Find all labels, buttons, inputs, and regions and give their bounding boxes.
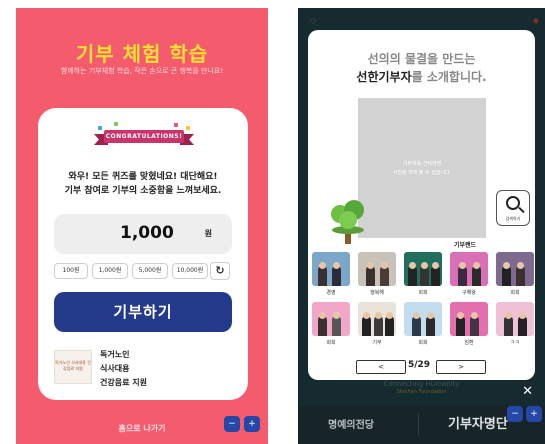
result-card: CONGRATULATIONS! 와우! 모든 퀴즈를 맞혔네요! 대단해요! … xyxy=(38,108,248,400)
brand-label: 기부랜드 xyxy=(454,242,477,249)
donor-modal: 선의의 물결을 만드는 선한기부자를 소개합니다. 기부자를 선택하면 사진을 … xyxy=(308,30,535,380)
donor-name: 희희 xyxy=(418,290,428,296)
donor-photo xyxy=(450,302,488,336)
donor-photo xyxy=(450,252,488,286)
donor-photo xyxy=(496,302,534,336)
app-logo-icon: ◇ xyxy=(310,16,317,25)
zoom-in-icon[interactable]: + xyxy=(244,416,260,432)
donor-name: 경영 xyxy=(326,290,336,296)
donor-card[interactable]: 임환 xyxy=(450,302,488,346)
placeholder-line: 사진을 크게 볼 수 있습니다. xyxy=(392,170,452,176)
footer-caption: Connecting Humanity xyxy=(383,380,460,388)
search-icon-handle xyxy=(518,206,525,214)
zoom-out-icon[interactable]: − xyxy=(507,406,523,422)
donation-quiz-screen: 기부 체험 학습 함께하는 기부체험 학습, 작은 손으로 큰 행복을 만나요!… xyxy=(16,8,268,444)
tree-icon xyxy=(330,196,366,246)
page-subtitle: 함께하는 기부체험 학습, 작은 손으로 큰 행복을 만나요! xyxy=(60,67,224,75)
donor-photo xyxy=(496,252,534,286)
amount-chip-1000[interactable]: 1,000원 xyxy=(92,263,128,279)
title-highlight: 선한기부자 xyxy=(356,70,412,84)
selected-donor-photo: 기부자를 선택하면 사진을 크게 볼 수 있습니다. xyxy=(358,98,486,238)
tab-divider xyxy=(418,414,419,436)
amount-unit: 원 xyxy=(204,229,212,238)
amount-chip-10000[interactable]: 10,000원 xyxy=(172,263,208,279)
message-line-1: 와우! 모든 퀴즈를 맞혔네요! 대단해요! xyxy=(68,172,218,182)
modal-title-line1: 선의의 물결을 만드는 xyxy=(367,52,476,66)
campaign-line: 독거노인 xyxy=(100,350,130,359)
footer-caption-sub: Shinhan Foundation xyxy=(396,389,447,395)
donor-photo xyxy=(312,252,350,286)
donor-name: 행복해 xyxy=(370,290,384,296)
pagination: < 5/29 > xyxy=(308,360,535,374)
donor-card[interactable]: 희희 xyxy=(496,252,534,296)
donor-showcase-screen: ◇ ◆ 선의의 물결을 만드는 선한기부자를 소개합니다. 기부자를 선택하면 … xyxy=(298,8,545,444)
amount-chip-5000[interactable]: 5,000원 xyxy=(132,263,168,279)
donor-card[interactable]: 희희 xyxy=(404,252,442,296)
donor-name: 희희 xyxy=(418,340,428,346)
amount-value: 1,000 xyxy=(120,223,174,243)
refresh-icon[interactable]: ↻ xyxy=(210,262,230,280)
zoom-in-icon[interactable]: + xyxy=(526,406,542,422)
donor-name: 구해왕 xyxy=(462,290,476,296)
confetti xyxy=(186,126,190,130)
placeholder-line: 기부자를 선택하면 xyxy=(402,161,442,167)
brand-logo-icon: ◆ xyxy=(532,16,539,25)
campaign-line: 식사대용 xyxy=(100,364,130,373)
donor-card[interactable]: 희희 xyxy=(312,302,350,346)
next-page-button[interactable]: > xyxy=(436,360,486,374)
donor-card[interactable]: 경영 xyxy=(312,252,350,296)
modal-title-line2: 선한기부자를 소개합니다. xyxy=(308,68,535,85)
screenshot-stage: 기부 체험 학습 함께하는 기부체험 학습, 작은 손으로 큰 행복을 만나요!… xyxy=(0,0,545,444)
message-line-2: 기부 참여로 기부의 소중함을 느껴보세요. xyxy=(64,186,222,196)
tab-donor-list[interactable]: 기부자명단 xyxy=(448,413,508,432)
confetti xyxy=(98,126,102,130)
campaign-thumbnail: 독거노인 식사대용 건강음료 지원 xyxy=(54,350,92,384)
donor-name: 희희 xyxy=(326,340,336,346)
donor-name: 임환 xyxy=(464,340,474,346)
congratulations-banner: CONGRATULATIONS! xyxy=(94,122,194,148)
amount-display: 1,000 원 xyxy=(54,214,232,254)
donor-name: 희희 xyxy=(510,290,520,296)
tab-hall-of-fame[interactable]: 명예의전당 xyxy=(328,416,374,431)
confetti xyxy=(174,123,178,127)
donor-name: 기부 xyxy=(372,340,382,346)
close-icon[interactable]: ✕ xyxy=(522,384,533,399)
donor-card[interactable]: ㅋㅋ xyxy=(496,302,534,346)
donor-photo xyxy=(404,302,442,336)
campaign-title: 독거노인 식사대용 건강음료 지원 xyxy=(100,348,147,390)
donor-card[interactable]: 구해왕 xyxy=(450,252,488,296)
donor-photo xyxy=(312,302,350,336)
search-label: 검색하기 xyxy=(505,216,521,221)
donor-name: ㅋㅋ xyxy=(510,340,520,346)
search-button[interactable]: 검색하기 xyxy=(496,190,530,226)
donate-button[interactable]: 기부하기 xyxy=(54,292,232,332)
banner-text: CONGRATULATIONS! xyxy=(104,130,184,143)
zoom-out-icon[interactable]: − xyxy=(224,416,240,432)
donor-card[interactable]: 행복해 xyxy=(358,252,396,296)
donor-card[interactable]: 기부 xyxy=(358,302,396,346)
title-rest: 를 소개합니다. xyxy=(411,70,487,84)
quiz-result-message: 와우! 모든 퀴즈를 맞혔네요! 대단해요! 기부 참여로 기부의 소중함을 느… xyxy=(38,170,248,198)
donor-card[interactable]: 희희 xyxy=(404,302,442,346)
prev-page-button[interactable]: < xyxy=(356,360,406,374)
donor-photo xyxy=(358,302,396,336)
confetti xyxy=(114,122,118,126)
page-indicator: 5/29 xyxy=(408,360,431,370)
photo-placeholder-text: 기부자를 선택하면 사진을 크게 볼 수 있습니다. xyxy=(358,160,486,178)
page-title: 기부 체험 학습 xyxy=(75,42,209,66)
donor-photo xyxy=(358,252,396,286)
campaign-line: 건강음료 지원 xyxy=(100,378,147,387)
amount-chip-100[interactable]: 100원 xyxy=(54,263,88,279)
donor-photo xyxy=(404,252,442,286)
